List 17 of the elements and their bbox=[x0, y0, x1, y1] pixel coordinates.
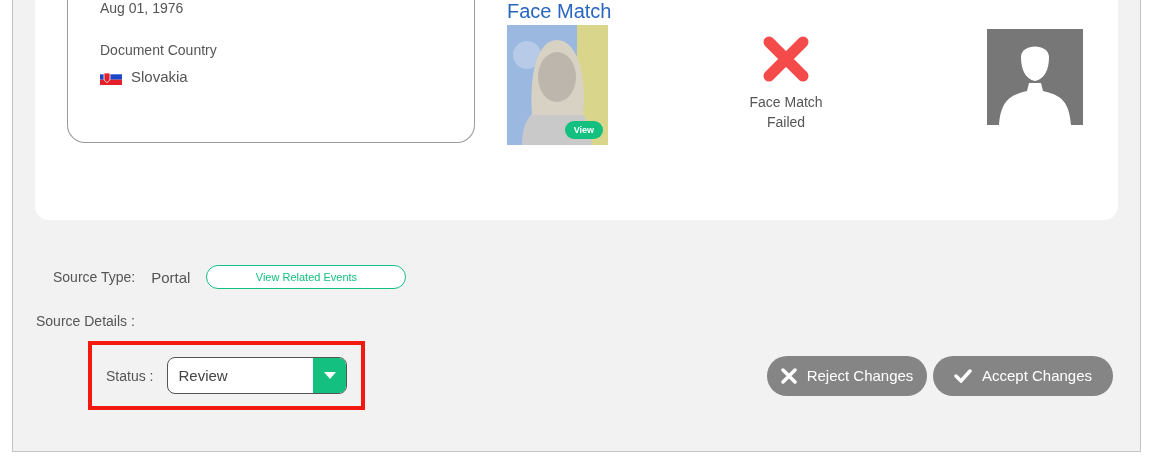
field-label: Source Type: bbox=[53, 269, 136, 285]
avatar-placeholder-icon bbox=[986, 29, 1083, 125]
field-label: Document Country bbox=[100, 42, 218, 58]
reject-button[interactable]: Reject Changes bbox=[767, 355, 927, 396]
source-type: Portal bbox=[151, 268, 191, 286]
field-label: Status : bbox=[106, 367, 154, 384]
country-name: Slovakia bbox=[131, 68, 188, 85]
close-icon bbox=[780, 367, 797, 384]
accept-button[interactable]: Accept Changes bbox=[933, 355, 1113, 396]
field-label: Source Details : bbox=[36, 313, 136, 329]
section-title: Face Match bbox=[507, 0, 612, 23]
caret-icon bbox=[323, 372, 336, 379]
status-dropdown[interactable]: Review bbox=[167, 357, 348, 394]
check-icon bbox=[953, 368, 972, 383]
birth-date: Aug 01, 1976 bbox=[100, 0, 185, 16]
match-result: Face Match Failed bbox=[749, 93, 823, 132]
view-related-events-button[interactable]: View Related Events bbox=[206, 265, 407, 289]
